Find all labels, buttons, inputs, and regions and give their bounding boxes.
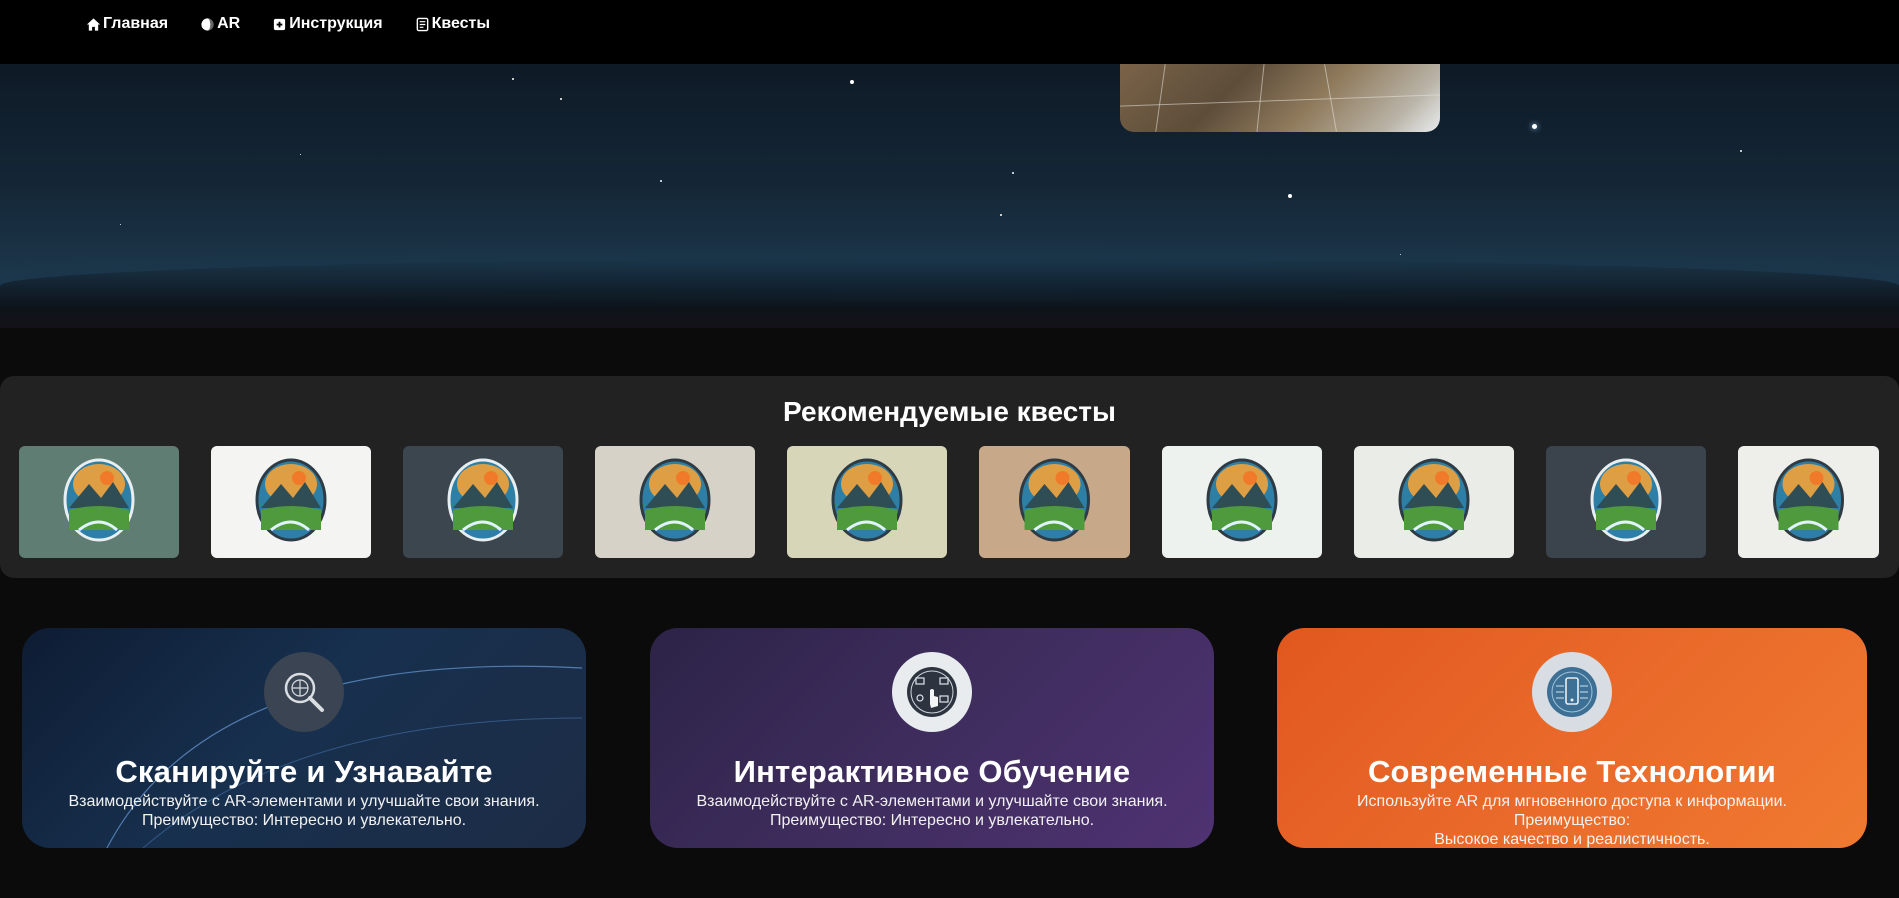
ar-circle-icon xyxy=(200,17,215,32)
compry-company-logo xyxy=(1019,458,1090,542)
travel-company-logo xyxy=(63,458,135,542)
hero-starry-sky xyxy=(0,64,1899,328)
nav-ar[interactable]: AR xyxy=(200,14,240,34)
feature-card-scan: Сканируйте и Узнавайте Взаимодействуйте … xyxy=(22,628,586,848)
company-mountains-logo xyxy=(255,458,327,542)
scan-search-icon xyxy=(264,652,344,732)
nav-quests-label: Квесты xyxy=(431,15,491,32)
quest-card-4[interactable] xyxy=(595,446,755,558)
recommended-title: Рекомендуемые квесты xyxy=(783,396,1116,427)
travel-company-forest-logo xyxy=(1206,458,1278,542)
quest-card-2[interactable] xyxy=(211,446,371,558)
feature-card-interactive: Интерактивное Обучение Взаимодействуйте … xyxy=(650,628,1214,848)
feature-description: Взаимодействуйте с AR-элементами и улучш… xyxy=(696,793,1168,829)
nav-instruction-label: Инструкция xyxy=(289,15,383,32)
quest-card-6[interactable] xyxy=(979,446,1130,558)
quest-card-10[interactable] xyxy=(1738,446,1879,558)
interactive-touch-icon xyxy=(892,652,972,732)
nav-home-label: Главная xyxy=(103,15,169,32)
nav-quests[interactable]: Квесты xyxy=(415,14,490,34)
laurel-river-logo xyxy=(1773,458,1844,542)
feature-title: Современные Технологии xyxy=(1367,754,1777,789)
quest-card-5[interactable] xyxy=(787,446,947,558)
mountain-river-badge-logo xyxy=(1590,458,1662,542)
quests-icon xyxy=(415,17,430,32)
quest-card-7[interactable] xyxy=(1162,446,1322,558)
travel-sunset-logo xyxy=(831,458,903,542)
quest-card-9[interactable] xyxy=(1546,446,1706,558)
feature-title: Интерактивное Обучение xyxy=(733,754,1131,789)
nav-home[interactable]: Главная xyxy=(86,14,168,34)
top-navbar: Главная AR Инструкция Квесты xyxy=(0,0,1899,64)
feature-description: Взаимодействуйте с AR-элементами и улучш… xyxy=(68,793,540,829)
recommended-quests-section: Рекомендуемые квесты xyxy=(0,376,1899,578)
travel-company-badge-logo xyxy=(639,458,711,542)
quest-card-3[interactable] xyxy=(403,446,563,558)
home-icon xyxy=(86,17,101,32)
feature-title: Сканируйте и Узнавайте xyxy=(115,754,493,789)
sun-plane-river-logo xyxy=(1398,458,1470,542)
hero-satellite-photo xyxy=(1120,64,1440,132)
nav-instruction[interactable]: Инструкция xyxy=(272,14,383,34)
quest-card-1[interactable] xyxy=(19,446,179,558)
feature-card-tech: Современные Технологии Используйте AR дл… xyxy=(1277,628,1867,848)
river-balloon-logo xyxy=(447,458,519,542)
instruction-icon xyxy=(272,17,287,32)
tech-device-icon xyxy=(1532,652,1612,732)
quest-card-8[interactable] xyxy=(1354,446,1514,558)
feature-description: Используйте AR для мгновенного доступа к… xyxy=(1357,793,1787,848)
nav-ar-label: AR xyxy=(217,15,241,32)
